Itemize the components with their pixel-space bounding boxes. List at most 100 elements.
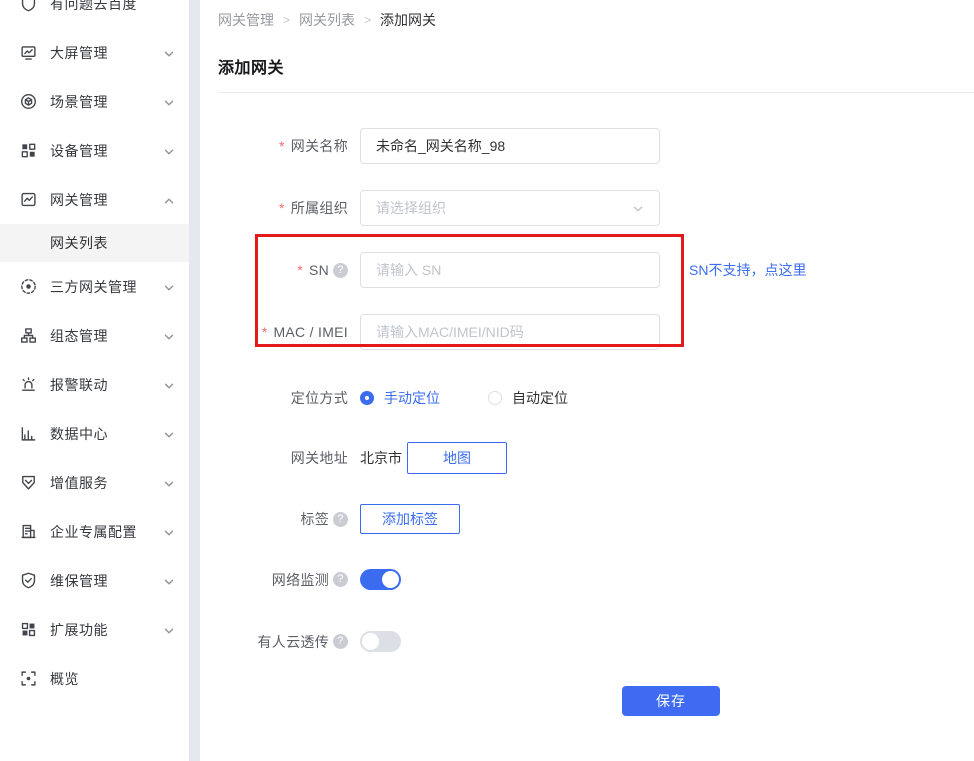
chevron-down-icon [163, 281, 175, 293]
sidebar-item-alarm-linkage[interactable]: 报警联动 [0, 360, 189, 409]
sidebar-item-overview[interactable]: 概览 [0, 654, 189, 703]
gateway-address-label: 网关地址 [218, 448, 348, 468]
manual-positioning-label: 手动定位 [384, 388, 440, 408]
sidebar-item-label: 设备管理 [50, 141, 163, 161]
sidebar-item-device-mgmt[interactable]: 设备管理 [0, 126, 189, 175]
sidebar-item-label: 组态管理 [50, 326, 163, 346]
sidebar-item-label: 概览 [50, 669, 175, 689]
network-monitoring-label: 网络监测 ? [218, 570, 348, 590]
data-center-icon [20, 425, 37, 442]
organization-select[interactable]: 请选择组织 [360, 190, 660, 226]
sidebar-item-scene-mgmt[interactable]: 场景管理 [0, 77, 189, 126]
value-added-icon [20, 474, 37, 491]
maintenance-icon [20, 572, 37, 589]
gateway-name-label: * 网关名称 [218, 136, 348, 156]
required-asterisk: * [279, 138, 285, 154]
sidebar-item-label: 企业专属配置 [50, 522, 163, 542]
sn-input[interactable] [360, 252, 660, 288]
sidebar-item-maintenance-mgmt[interactable]: 维保管理 [0, 556, 189, 605]
chevron-down-icon [163, 96, 175, 108]
organization-row: * 所属组织 请选择组织 [218, 190, 974, 226]
sn-help-icon[interactable]: ? [333, 263, 348, 278]
tags-help-icon[interactable]: ? [333, 512, 348, 527]
tags-row: 标签 ? 添加标签 [218, 504, 974, 534]
page-title: 添加网关 [218, 54, 974, 78]
breadcrumb-gateway-mgmt[interactable]: 网关管理 [218, 10, 274, 30]
tags-label: 标签 ? [218, 509, 348, 529]
sn-label: * SN ? [218, 262, 348, 278]
sidebar-item-gateway-list-active[interactable]: 网关列表 [0, 224, 189, 262]
chevron-down-icon [632, 202, 644, 214]
cloud-passthrough-row: 有人云透传 ? [218, 631, 974, 652]
manual-positioning-radio[interactable]: 手动定位 [360, 388, 440, 408]
cloud-passthrough-help-icon[interactable]: ? [333, 634, 348, 649]
breadcrumb-gateway-list[interactable]: 网关列表 [299, 10, 355, 30]
sidebar-item-label: 场景管理 [50, 92, 163, 112]
gateway-name-input[interactable] [360, 128, 660, 164]
sidebar-item-third-party-gateway[interactable]: 三方网关管理 [0, 262, 189, 311]
chevron-down-icon [163, 330, 175, 342]
network-monitoring-row: 网络监测 ? [218, 569, 974, 590]
enterprise-icon [20, 523, 37, 540]
screen-icon [20, 44, 37, 61]
sidebar: 有问题去百度 大屏管理 场景管理 设备管理 网关管理 [0, 0, 189, 761]
add-gateway-page: 有问题去百度 大屏管理 场景管理 设备管理 网关管理 [0, 0, 974, 761]
map-button[interactable]: 地图 [407, 442, 507, 474]
sidebar-item-label: 网关管理 [50, 190, 163, 210]
chevron-up-icon [163, 194, 175, 206]
scene-icon [20, 93, 37, 110]
toggle-knob [382, 571, 399, 588]
sidebar-item-label: 增值服务 [50, 473, 163, 493]
sidebar-item-data-center[interactable]: 数据中心 [0, 409, 189, 458]
sidebar-subitem-label: 网关列表 [50, 233, 108, 253]
positioning-row: 定位方式 手动定位 自动定位 [218, 380, 974, 416]
organization-select-placeholder: 请选择组织 [376, 198, 446, 218]
sidebar-item-help-baidu[interactable]: 有问题去百度 [0, 0, 189, 28]
chevron-down-icon [163, 477, 175, 489]
sidebar-item-screen-mgmt[interactable]: 大屏管理 [0, 28, 189, 77]
third-party-gateway-icon [20, 278, 37, 295]
chevron-down-icon [163, 379, 175, 391]
required-asterisk: * [297, 262, 303, 278]
extensions-icon [20, 621, 37, 638]
save-button[interactable]: 保存 [622, 686, 720, 716]
sn-not-supported-link[interactable]: SN不支持，点这里 [689, 260, 806, 280]
add-tag-button[interactable]: 添加标签 [360, 504, 460, 534]
title-divider [218, 92, 974, 93]
organization-label: * 所属组织 [218, 198, 348, 218]
gateway-name-row: * 网关名称 [218, 128, 974, 164]
main-content: 网关管理 > 网关列表 > 添加网关 添加网关 * 网关名称 * 所属组 [200, 0, 974, 761]
breadcrumb-separator: > [283, 13, 290, 27]
chevron-down-icon [163, 624, 175, 636]
sidebar-item-configuration-mgmt[interactable]: 组态管理 [0, 311, 189, 360]
chevron-down-icon [163, 575, 175, 587]
add-gateway-form: * 网关名称 * 所属组织 请选择组织 [218, 128, 974, 716]
gateway-icon [20, 191, 37, 208]
radio-dot-icon [360, 391, 374, 405]
toggle-knob [362, 633, 379, 650]
network-monitoring-help-icon[interactable]: ? [333, 572, 348, 587]
cloud-passthrough-label: 有人云透传 ? [218, 632, 348, 652]
mac-imei-input[interactable] [360, 314, 660, 350]
chevron-down-icon [163, 428, 175, 440]
auto-positioning-radio[interactable]: 自动定位 [488, 388, 568, 408]
sidebar-item-gateway-mgmt[interactable]: 网关管理 [0, 175, 189, 224]
shield-question-icon [20, 0, 37, 12]
sidebar-item-extensions[interactable]: 扩展功能 [0, 605, 189, 654]
cloud-passthrough-toggle[interactable] [360, 631, 401, 652]
required-asterisk: * [279, 200, 285, 216]
chevron-down-icon [163, 526, 175, 538]
breadcrumb: 网关管理 > 网关列表 > 添加网关 [218, 0, 974, 30]
sn-row: * SN ? SN不支持，点这里 [218, 252, 974, 288]
positioning-label: 定位方式 [218, 388, 348, 408]
sidebar-scrollbar-track[interactable] [189, 0, 200, 761]
sidebar-item-enterprise-config[interactable]: 企业专属配置 [0, 507, 189, 556]
sidebar-item-label: 三方网关管理 [50, 277, 163, 297]
chevron-down-icon [163, 145, 175, 157]
mac-imei-row: * MAC / IMEI [218, 314, 974, 350]
network-monitoring-toggle[interactable] [360, 569, 401, 590]
sidebar-item-value-added-services[interactable]: 增值服务 [0, 458, 189, 507]
sidebar-item-label: 有问题去百度 [50, 0, 175, 14]
radio-dot-icon [488, 391, 502, 405]
positioning-radio-group: 手动定位 自动定位 [360, 388, 616, 408]
